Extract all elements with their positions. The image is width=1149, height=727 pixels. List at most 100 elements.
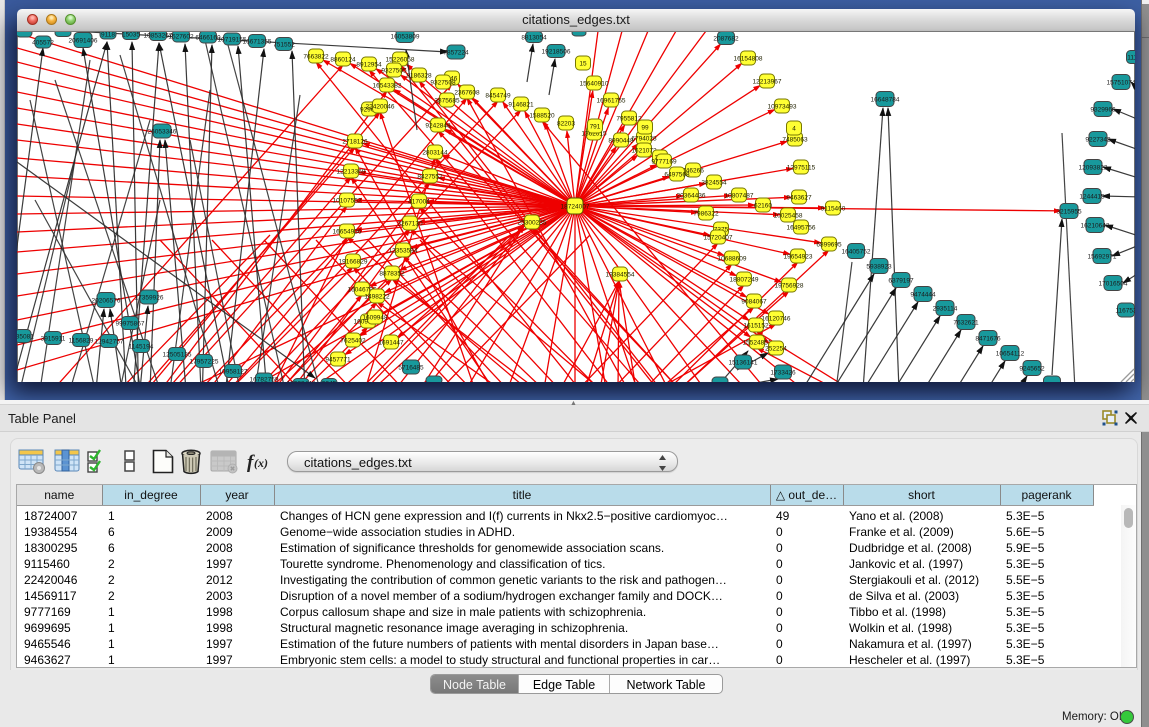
svg-text:10025458: 10025458 [774,213,803,220]
svg-text:9227342: 9227342 [1085,137,1111,144]
svg-text:1527602: 1527602 [168,34,194,41]
svg-text:1615152: 1615152 [743,323,769,330]
svg-text:9245652: 9245652 [1019,366,1045,373]
svg-text:6379197: 6379197 [888,278,914,285]
svg-text:(x): (x) [254,456,268,470]
svg-text:16495756: 16495756 [787,225,816,232]
svg-text:9329966: 9329966 [1090,107,1116,114]
svg-text:9327505: 9327505 [381,68,407,75]
svg-text:15: 15 [579,61,587,68]
svg-text:2803144: 2803144 [422,150,448,157]
svg-text:12093822: 12093822 [1079,165,1108,172]
svg-text:8427552: 8427552 [417,174,443,181]
svg-text:16120746: 16120746 [762,316,791,323]
svg-text:9777169: 9777169 [651,159,677,166]
svg-text:10973493: 10973493 [768,104,797,111]
svg-text:16405752: 16405752 [842,249,871,256]
svg-text:9118: 9118 [101,32,115,39]
svg-text:10807487: 10807487 [725,193,754,200]
svg-text:8878352: 8878352 [379,271,405,278]
svg-text:19654923: 19654923 [784,254,813,261]
svg-text:1691447: 1691447 [378,340,404,347]
svg-text:1145194: 1145194 [129,344,154,351]
svg-text:9242848: 9242848 [425,123,451,130]
svg-text:8471676: 8471676 [975,336,1001,343]
svg-text:5938923: 5938923 [866,264,892,271]
svg-text:22420046: 22420046 [366,104,395,111]
svg-text:17957225: 17957225 [190,359,219,366]
svg-text:20364436: 20364436 [677,193,706,200]
svg-text:417004: 417004 [408,199,430,206]
svg-text:2935114: 2935114 [933,306,958,313]
svg-text:116753: 116753 [1115,308,1135,315]
svg-text:3267130: 3267130 [397,221,423,228]
svg-text:3915911: 3915911 [41,336,66,343]
svg-text:19756928: 19756928 [775,283,804,290]
svg-text:4: 4 [792,126,796,133]
svg-text:2087682: 2087682 [713,36,739,43]
svg-text:7857224: 7857224 [443,50,469,57]
svg-text:10654112: 10654112 [996,351,1025,358]
svg-text:6899695: 6899695 [816,242,842,249]
svg-text:15640910: 15640910 [580,81,609,88]
svg-text:19218506: 19218506 [542,49,571,56]
svg-text:1498222: 1498222 [364,294,390,301]
svg-text:18724007: 18724007 [561,204,590,211]
svg-text:9457771: 9457771 [325,357,351,364]
svg-text:7986322: 7986322 [693,211,719,218]
svg-text:15720407: 15720407 [704,235,733,242]
svg-text:9474444: 9474444 [910,292,936,299]
svg-text:15136141: 15136141 [729,360,758,367]
svg-text:9245: 9245 [322,381,337,383]
svg-text:19384554: 19384554 [606,272,635,279]
svg-text:16154808: 16154808 [734,56,763,63]
svg-text:99: 99 [641,125,649,132]
svg-text:15226058: 15226058 [386,57,415,64]
svg-text:19166829: 19166829 [339,259,368,266]
svg-text:18807249: 18807249 [730,277,759,284]
svg-text:16543382: 16543382 [373,83,402,90]
svg-text:7663822: 7663822 [303,54,329,61]
svg-text:16961755: 16961755 [597,98,626,105]
svg-text:25300235: 25300235 [518,220,547,227]
svg-text:26053346: 26053346 [148,129,177,136]
svg-text:9327508: 9327508 [430,80,456,87]
svg-text:3875685: 3875685 [434,98,460,105]
svg-text:8454749: 8454749 [485,93,511,100]
svg-text:16053809: 16053809 [391,34,420,41]
svg-text:12505135: 12505135 [163,352,192,359]
svg-text:835081: 835081 [17,334,34,341]
svg-text:2718126: 2718126 [342,139,368,146]
svg-text:3215955: 3215955 [1056,209,1082,216]
svg-text:9146821: 9146821 [508,102,534,109]
svg-text:20691406: 20691406 [69,38,98,45]
svg-text:9115460: 9115460 [821,206,846,213]
svg-text:12923448: 12923448 [287,381,316,383]
svg-text:17359926: 17359926 [135,295,164,302]
svg-text:252254: 252254 [765,346,787,353]
svg-text:99975867: 99975867 [116,321,145,328]
svg-text:9463627: 9463627 [786,195,812,202]
svg-text:16782759: 16782759 [250,377,279,383]
svg-text:12975115: 12975115 [787,165,816,172]
svg-text:2367608: 2367608 [454,90,480,97]
svg-text:6497568: 6497568 [664,172,690,179]
svg-text:12942757: 12942757 [95,339,124,346]
svg-text:8860124: 8860124 [330,57,356,64]
svg-text:7632621: 7632621 [953,320,979,327]
svg-text:7625402: 7625402 [340,338,366,345]
svg-text:15751074: 15751074 [1107,80,1135,87]
svg-text:5716485: 5716485 [398,365,424,372]
svg-text:3824554: 3824554 [701,180,727,187]
svg-text:10107552: 10107552 [333,198,362,205]
svg-text:16654936: 16654936 [333,229,362,236]
svg-text:8186328: 8186328 [406,73,432,80]
svg-text:1117: 1117 [1127,55,1135,62]
svg-text:10958127: 10958127 [219,369,248,376]
svg-text:20206576: 20206576 [92,298,121,305]
svg-text:12353594: 12353594 [389,248,418,255]
svg-text:1588520: 1588520 [529,113,555,120]
svg-text:12213369: 12213369 [337,169,366,176]
svg-text:1244415: 1244415 [1079,194,1105,201]
svg-text:8813054: 8813054 [521,35,547,42]
